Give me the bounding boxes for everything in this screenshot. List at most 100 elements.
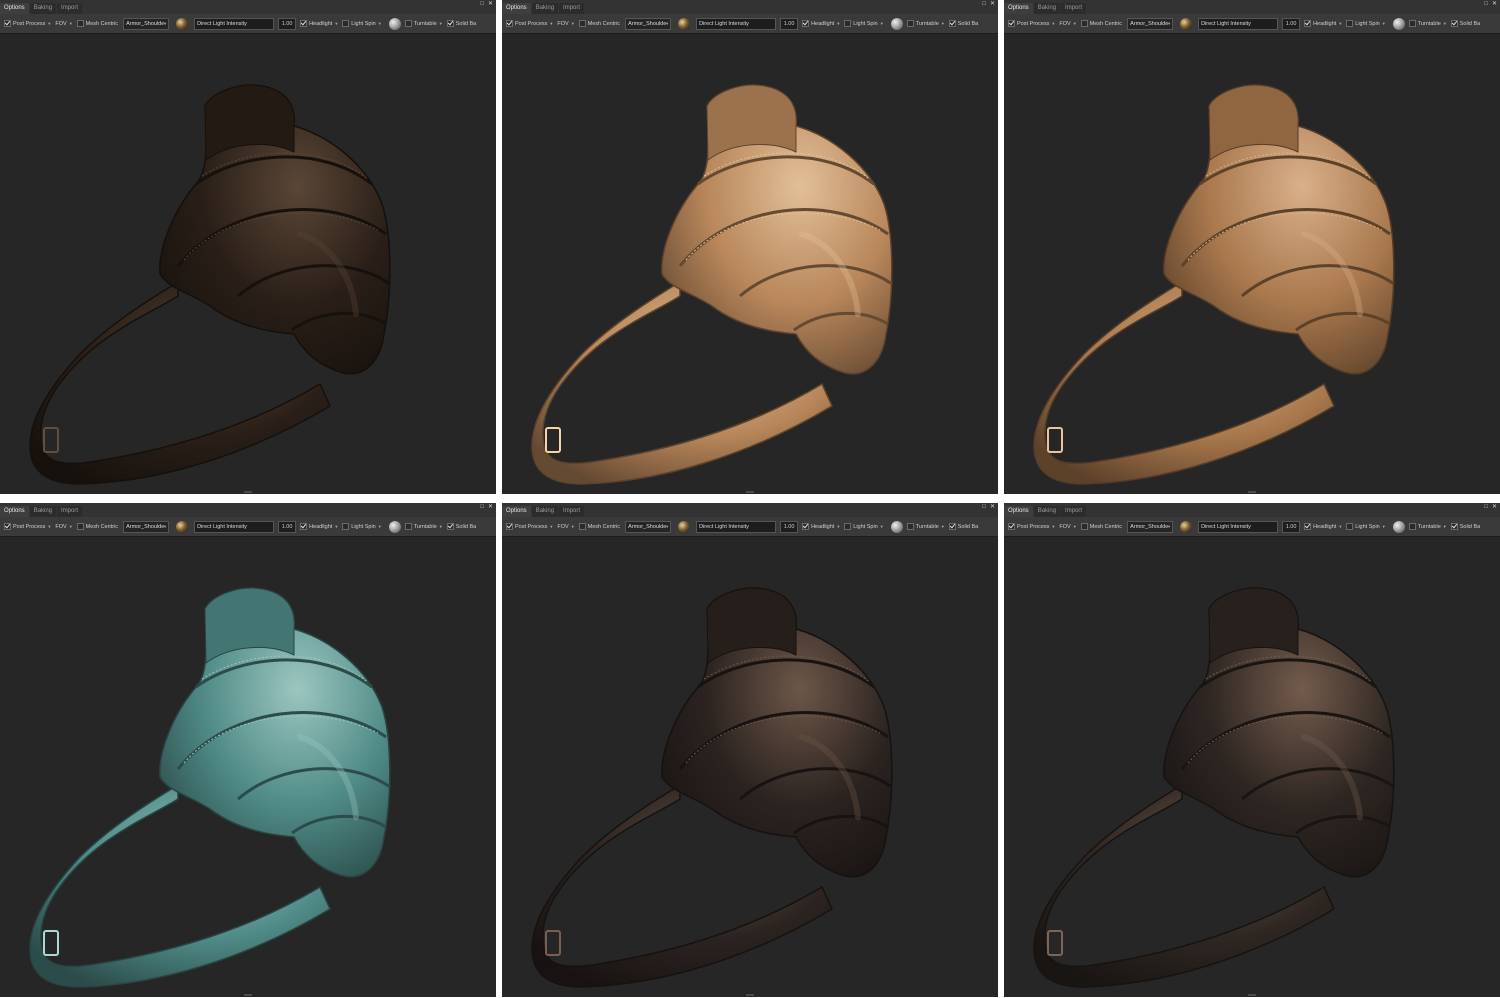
post-process-toggle[interactable]: Post Process ▼ — [506, 20, 553, 27]
maximize-icon[interactable]: □ — [1484, 1, 1488, 7]
chevron-down-icon[interactable]: ▼ — [47, 524, 51, 529]
chevron-down-icon[interactable]: ▼ — [1338, 21, 1342, 26]
solid-background-toggle[interactable]: Solid Ba — [1450, 523, 1480, 530]
headlight-toggle[interactable]: Headlight ▼ — [1304, 523, 1342, 530]
chevron-down-icon[interactable]: ▼ — [665, 19, 669, 29]
light-intensity-input[interactable]: 1.00 — [780, 17, 799, 30]
checkbox-icon[interactable] — [906, 523, 914, 530]
light-parameter-field[interactable]: Direct Light Intensity — [696, 17, 777, 30]
post-process-toggle[interactable]: Post Process ▼ — [1008, 20, 1055, 27]
checkbox-icon[interactable] — [906, 20, 914, 27]
tab-options[interactable]: Options — [1004, 3, 1033, 14]
environment-sphere-icon[interactable] — [176, 520, 189, 533]
post-process-toggle[interactable]: Post Process ▼ — [4, 523, 51, 530]
checkbox-checked-icon[interactable] — [802, 20, 810, 27]
chevron-down-icon[interactable]: ▼ — [334, 524, 338, 529]
mesh-select[interactable]: Armor_Shoulde ▼ — [1127, 520, 1174, 533]
post-process-toggle[interactable]: Post Process ▼ — [4, 20, 51, 27]
tab-import[interactable]: Import — [559, 3, 585, 14]
chevron-down-icon[interactable]: ▼ — [163, 19, 167, 29]
environment-sphere-icon[interactable] — [678, 17, 691, 30]
chevron-down-icon[interactable]: ▼ — [836, 524, 840, 529]
3d-viewport[interactable] — [502, 34, 998, 494]
chevron-down-icon[interactable]: ▼ — [69, 21, 73, 26]
light-spin-toggle[interactable]: Light Spin ▼ — [1346, 20, 1386, 27]
checkbox-checked-icon[interactable] — [446, 20, 454, 27]
3d-viewport[interactable] — [1004, 537, 1500, 997]
checkbox-icon[interactable] — [1080, 20, 1088, 27]
chevron-down-icon[interactable]: ▼ — [571, 21, 575, 26]
tab-baking[interactable]: Baking — [29, 3, 57, 14]
resize-handle[interactable] — [746, 994, 754, 996]
checkbox-checked-icon[interactable] — [948, 20, 956, 27]
mesh-select[interactable]: Armor_Shoulde ▼ — [123, 520, 170, 533]
tab-import[interactable]: Import — [1061, 506, 1087, 517]
light-intensity-input[interactable]: 1.00 — [1282, 520, 1301, 533]
3d-viewport[interactable] — [1004, 34, 1500, 494]
chevron-down-icon[interactable]: ▼ — [1051, 524, 1055, 529]
chevron-down-icon[interactable]: ▼ — [941, 21, 945, 26]
tab-options[interactable]: Options — [1004, 506, 1033, 517]
light-intensity-input[interactable]: 1.00 — [780, 520, 799, 533]
checkbox-checked-icon[interactable] — [300, 20, 308, 27]
chevron-down-icon[interactable]: ▼ — [163, 522, 167, 532]
checkbox-checked-icon[interactable] — [1304, 20, 1312, 27]
maximize-icon[interactable]: □ — [1484, 504, 1488, 510]
tab-baking[interactable]: Baking — [1033, 506, 1061, 517]
light-parameter-field[interactable]: Direct Light Intensity — [194, 520, 275, 533]
tab-import[interactable]: Import — [57, 3, 83, 14]
chevron-down-icon[interactable]: ▼ — [665, 522, 669, 532]
chevron-down-icon[interactable]: ▼ — [1382, 21, 1386, 26]
mesh-centric-toggle[interactable]: Mesh Centric — [76, 523, 118, 530]
light-parameter-field[interactable]: Direct Light Intensity — [194, 17, 275, 30]
fov-dropdown[interactable]: FOV ▼ — [557, 21, 574, 27]
checkbox-checked-icon[interactable] — [1304, 523, 1312, 530]
light-intensity-input[interactable]: 1.00 — [1282, 17, 1301, 30]
environment-sphere-icon[interactable] — [176, 17, 189, 30]
resize-handle[interactable] — [244, 491, 252, 493]
light-sphere-icon[interactable] — [1392, 17, 1405, 30]
light-sphere-icon[interactable] — [388, 17, 401, 30]
post-process-toggle[interactable]: Post Process ▼ — [506, 523, 553, 530]
tab-baking[interactable]: Baking — [29, 506, 57, 517]
tab-options[interactable]: Options — [0, 506, 29, 517]
mesh-centric-toggle[interactable]: Mesh Centric — [1080, 20, 1122, 27]
resize-handle[interactable] — [244, 994, 252, 996]
checkbox-icon[interactable] — [1080, 523, 1088, 530]
resize-handle[interactable] — [1248, 994, 1256, 996]
checkbox-checked-icon[interactable] — [802, 523, 810, 530]
light-intensity-input[interactable]: 1.00 — [278, 520, 297, 533]
checkbox-checked-icon[interactable] — [4, 20, 11, 27]
checkbox-checked-icon[interactable] — [1008, 523, 1015, 530]
chevron-down-icon[interactable]: ▼ — [334, 21, 338, 26]
checkbox-icon[interactable] — [1346, 523, 1354, 530]
checkbox-icon[interactable] — [844, 20, 852, 27]
checkbox-checked-icon[interactable] — [1450, 20, 1458, 27]
resize-handle[interactable] — [746, 491, 754, 493]
tab-options[interactable]: Options — [0, 3, 29, 14]
light-spin-toggle[interactable]: Light Spin ▼ — [342, 20, 382, 27]
tab-import[interactable]: Import — [57, 506, 83, 517]
headlight-toggle[interactable]: Headlight ▼ — [1304, 20, 1342, 27]
checkbox-icon[interactable] — [404, 20, 412, 27]
light-spin-toggle[interactable]: Light Spin ▼ — [844, 20, 884, 27]
maximize-icon[interactable]: □ — [480, 504, 484, 510]
close-icon[interactable]: ✕ — [1492, 504, 1497, 510]
maximize-icon[interactable]: □ — [982, 504, 986, 510]
solid-background-toggle[interactable]: Solid Ba — [948, 523, 978, 530]
checkbox-icon[interactable] — [76, 523, 84, 530]
checkbox-checked-icon[interactable] — [506, 523, 513, 530]
tab-baking[interactable]: Baking — [531, 506, 559, 517]
solid-background-toggle[interactable]: Solid Ba — [446, 20, 476, 27]
checkbox-icon[interactable] — [342, 523, 350, 530]
solid-background-toggle[interactable]: Solid Ba — [948, 20, 978, 27]
light-parameter-field[interactable]: Direct Light Intensity — [1198, 17, 1279, 30]
chevron-down-icon[interactable]: ▼ — [378, 524, 382, 529]
3d-viewport[interactable] — [0, 34, 496, 494]
checkbox-icon[interactable] — [578, 523, 586, 530]
chevron-down-icon[interactable]: ▼ — [1338, 524, 1342, 529]
checkbox-icon[interactable] — [342, 20, 350, 27]
close-icon[interactable]: ✕ — [1492, 1, 1497, 7]
checkbox-checked-icon[interactable] — [1450, 523, 1458, 530]
light-spin-toggle[interactable]: Light Spin ▼ — [1346, 523, 1386, 530]
